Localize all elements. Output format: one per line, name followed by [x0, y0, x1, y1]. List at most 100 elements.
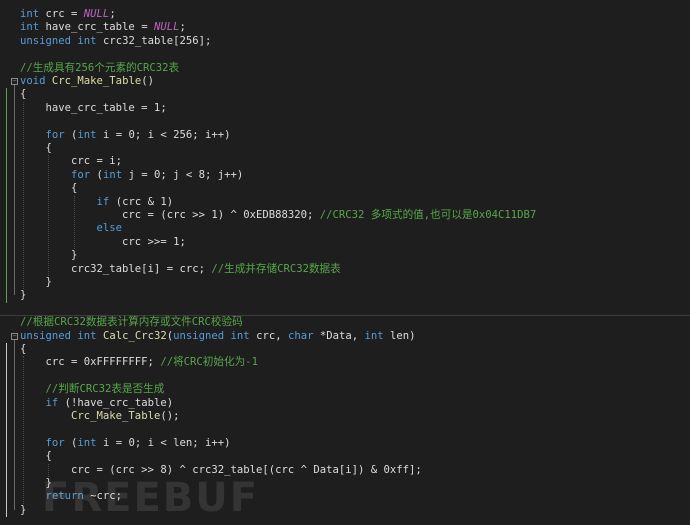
comment-token: //判断CRC32表是否生成: [45, 383, 165, 396]
code-line[interactable]: unsigned int crc32_table[256];: [0, 35, 690, 48]
code-token: have_crc_table = 1;: [20, 101, 167, 114]
code-line[interactable]: if (!have_crc_table): [0, 397, 690, 410]
code-line[interactable]: {: [0, 182, 690, 195]
keyword-token: unsigned: [20, 34, 72, 47]
code-line[interactable]: crc = 0xFFFFFFFF; //将CRC初始化为-1: [0, 356, 690, 369]
code-line[interactable]: for (int i = 0; i < 256; i++): [0, 129, 690, 142]
code-line[interactable]: {: [0, 88, 690, 101]
code-line[interactable]: int have_crc_table = NULL;: [0, 21, 690, 34]
code-token: {: [20, 88, 27, 101]
code-text: int have_crc_table = NULL;: [20, 21, 186, 34]
code-line[interactable]: //根据CRC32数据表计算内存或文件CRC校验码: [0, 316, 690, 329]
code-line[interactable]: //判断CRC32表是否生成: [0, 383, 690, 396]
code-text: }: [20, 249, 77, 262]
code-line[interactable]: for (int i = 0; i < len; i++): [0, 437, 690, 450]
code-line[interactable]: crc = (crc >> 1) ^ 0xEDB88320; //CRC32 多…: [0, 209, 690, 222]
code-text: //判断CRC32表是否生成: [20, 383, 165, 396]
keyword-token: int: [77, 436, 97, 449]
code-text: }: [20, 289, 26, 302]
code-line[interactable]: [0, 115, 690, 128]
code-line[interactable]: }: [0, 289, 690, 302]
code-text: crc32_table[i] = crc; //生成并存储CRC32数据表: [20, 263, 341, 276]
code-line[interactable]: [0, 423, 690, 436]
code-line[interactable]: {: [0, 343, 690, 356]
code-text: crc >>= 1;: [20, 236, 186, 249]
code-text: unsigned int crc32_table[256];: [20, 35, 211, 48]
keyword-token: for: [45, 436, 65, 449]
code-token: crc = (crc >> 8) ^ crc32_table[(crc ^ Da…: [20, 463, 422, 476]
freebuf-watermark: FREEBUF: [42, 475, 260, 521]
code-text: {: [20, 142, 52, 155]
code-line[interactable]: //生成具有256个元素的CRC32表: [0, 62, 690, 75]
comment-token: //生成并存储CRC32数据表: [211, 262, 341, 275]
code-text: crc = (crc >> 1) ^ 0xEDB88320; //CRC32 多…: [20, 209, 536, 222]
code-token: }: [20, 289, 27, 302]
code-token: crc32_table[256];: [96, 34, 212, 47]
code-text: for (int i = 0; i < 256; i++): [20, 129, 231, 142]
code-line[interactable]: for (int j = 0; j < 8; j++): [0, 169, 690, 182]
code-token: {: [20, 450, 52, 463]
code-line[interactable]: − unsigned int Calc_Crc32(unsigned int cr…: [0, 330, 690, 343]
collapse-icon[interactable]: −: [11, 332, 18, 340]
code-line[interactable]: else: [0, 222, 690, 235]
code-token: crc,: [249, 329, 288, 342]
code-text: int crc = NULL;: [20, 8, 116, 21]
code-text: if (crc & 1): [20, 195, 174, 209]
code-line[interactable]: [0, 48, 690, 61]
code-line[interactable]: if (crc & 1): [0, 196, 690, 209]
keyword-token: else: [96, 222, 123, 235]
code-token: ();: [160, 410, 180, 422]
collapse-icon[interactable]: −: [11, 78, 18, 85]
code-token: *Data,: [313, 329, 365, 342]
keyword-token: void: [20, 75, 46, 87]
code-text: for (int i = 0; i < len; i++): [20, 437, 231, 450]
keyword-token: if: [96, 195, 110, 208]
function-name-token: Calc_Crc32: [102, 329, 167, 342]
keyword-token: unsigned: [173, 329, 225, 342]
keyword-token: int: [102, 168, 123, 181]
macro-token: NULL: [153, 21, 180, 34]
code-line[interactable]: crc >>= 1;: [0, 236, 690, 249]
code-line[interactable]: {: [0, 142, 690, 155]
code-line[interactable]: int crc = NULL;: [0, 8, 690, 21]
code-line[interactable]: {: [0, 450, 690, 463]
code-line[interactable]: }: [0, 276, 690, 289]
code-token: }: [20, 503, 27, 516]
code-token: }: [20, 249, 78, 262]
code-line[interactable]: [0, 303, 690, 316]
code-line[interactable]: have_crc_table = 1;: [0, 102, 690, 115]
code-text: }: [20, 504, 26, 517]
code-token: j = 0; j < 8; j++): [122, 168, 244, 181]
macro-token: NULL: [83, 8, 110, 20]
code-text: }: [20, 276, 52, 289]
keyword-token: int: [230, 329, 250, 342]
code-editor[interactable]: int crc = NULL; int have_crc_table = NULL…: [0, 0, 690, 525]
code-token: crc =: [39, 8, 84, 20]
code-line[interactable]: [0, 370, 690, 383]
code-token: i = 0; i < 256; i++): [96, 128, 231, 141]
comment-token: //将CRC初始化为-1: [160, 356, 258, 369]
keyword-token: int: [77, 329, 97, 342]
code-line[interactable]: crc32_table[i] = crc; //生成并存储CRC32数据表: [0, 263, 690, 276]
code-line[interactable]: }: [0, 249, 690, 262]
code-token: {: [20, 182, 78, 195]
code-token: ;: [109, 8, 116, 20]
code-text: //根据CRC32数据表计算内存或文件CRC校验码: [20, 316, 243, 329]
code-token: (): [141, 75, 154, 87]
code-line[interactable]: Crc_Make_Table();: [0, 410, 690, 423]
keyword-token: int: [20, 8, 40, 20]
code-text: unsigned int Calc_Crc32(unsigned int crc…: [20, 330, 416, 343]
code-token: crc >>= 1;: [20, 235, 186, 248]
code-token: (: [64, 128, 78, 141]
code-line[interactable]: − void Crc_Make_Table(): [0, 75, 690, 88]
keyword-token: char: [287, 329, 314, 342]
keyword-token: int: [20, 21, 40, 34]
code-text: void Crc_Make_Table(): [20, 75, 154, 88]
keyword-token: int: [77, 34, 97, 47]
code-text: {: [20, 343, 26, 356]
code-line[interactable]: crc = i;: [0, 155, 690, 168]
